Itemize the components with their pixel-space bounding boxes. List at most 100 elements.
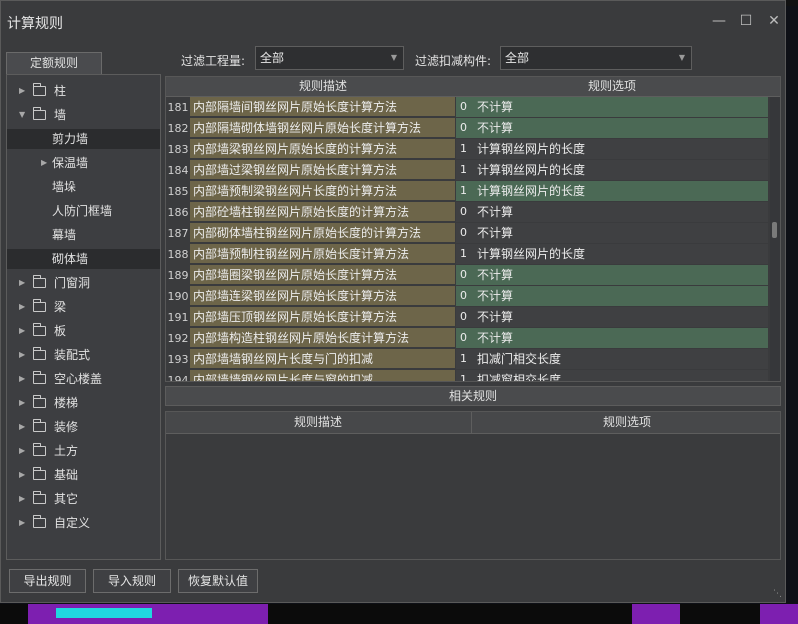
- tree-item[interactable]: 幕墙: [7, 225, 160, 245]
- restore-defaults-button[interactable]: 恢复默认值: [178, 569, 258, 593]
- chevron-right-icon[interactable]: ▶: [19, 465, 25, 485]
- column-header-option[interactable]: 规则选项: [456, 77, 768, 96]
- chevron-down-icon: ▼: [678, 53, 685, 62]
- table-row[interactable]: 194 内部墙墙钢丝网片长度与窗的扣减 1 扣减窗相交长度: [166, 370, 768, 381]
- tree-item[interactable]: ▶ 保温墙: [7, 153, 160, 173]
- rule-option-cell[interactable]: 0 不计算: [456, 118, 768, 139]
- chevron-right-icon[interactable]: ▶: [19, 81, 25, 101]
- option-code: 1: [460, 142, 467, 155]
- tree-item[interactable]: 人防门框墙: [7, 201, 160, 221]
- chevron-right-icon[interactable]: ▶: [19, 489, 25, 509]
- table-row[interactable]: 182 内部隔墙砌体墙钢丝网片原始长度计算方法 0 不计算: [166, 118, 768, 139]
- tree-item-label: 装配式: [54, 348, 91, 362]
- tree-item[interactable]: ▶ 板: [7, 321, 160, 341]
- tree-item[interactable]: 墙垛: [7, 177, 160, 197]
- tree-item[interactable]: ▶ 梁: [7, 297, 160, 317]
- column-header-desc[interactable]: 规则描述: [190, 77, 456, 96]
- filter-quantity-label: 过滤工程量:: [181, 54, 246, 68]
- tree-item[interactable]: ▶ 柱: [7, 81, 160, 101]
- rule-description-cell[interactable]: 内部砌体墙柱钢丝网片原始长度的计算方法: [190, 223, 455, 243]
- rule-description-cell[interactable]: 内部墙圈梁钢丝网片原始长度计算方法: [190, 265, 455, 285]
- minimize-icon[interactable]: —: [709, 11, 729, 31]
- rule-option-cell[interactable]: 0 不计算: [456, 265, 768, 286]
- maximize-icon[interactable]: ☐: [736, 11, 756, 31]
- rule-description-cell[interactable]: 内部隔墙砌体墙钢丝网片原始长度计算方法: [190, 118, 455, 138]
- table-row[interactable]: 183 内部墙梁钢丝网片原始长度的计算方法 1 计算钢丝网片的长度: [166, 139, 768, 160]
- rule-option-cell[interactable]: 1 计算钢丝网片的长度: [456, 244, 768, 265]
- chevron-right-icon[interactable]: ▶: [19, 297, 25, 317]
- rule-description-cell[interactable]: 内部墙墙钢丝网片长度与窗的扣减: [190, 370, 455, 381]
- tree-item[interactable]: ▶ 空心楼盖: [7, 369, 160, 389]
- table-row[interactable]: 185 内部墙预制梁钢丝网片长度的计算方法 1 计算钢丝网片的长度: [166, 181, 768, 202]
- export-rules-button[interactable]: 导出规则: [9, 569, 86, 593]
- option-code: 0: [460, 310, 467, 323]
- rule-description-cell[interactable]: 内部墙构造柱钢丝网片原始长度计算方法: [190, 328, 455, 348]
- rule-option-cell[interactable]: 1 计算钢丝网片的长度: [456, 139, 768, 160]
- rule-option-cell[interactable]: 0 不计算: [456, 286, 768, 307]
- table-row[interactable]: 190 内部墙连梁钢丝网片原始长度计算方法 0 不计算: [166, 286, 768, 307]
- rule-description-cell[interactable]: 内部隔墙间钢丝网片原始长度计算方法: [190, 97, 455, 117]
- related-column-desc[interactable]: 规则描述: [166, 412, 470, 433]
- tree-item[interactable]: ▶ 土方: [7, 441, 160, 461]
- vertical-scrollbar[interactable]: [770, 97, 780, 381]
- chevron-right-icon[interactable]: ▶: [19, 441, 25, 461]
- option-text: 计算钢丝网片的长度: [477, 247, 586, 261]
- chevron-down-icon[interactable]: ▼: [19, 105, 25, 125]
- table-row[interactable]: 191 内部墙压顶钢丝网片原始长度计算方法 0 不计算: [166, 307, 768, 328]
- tree-item[interactable]: ▶ 门窗洞: [7, 273, 160, 293]
- chevron-right-icon[interactable]: ▶: [19, 513, 25, 533]
- rule-description-cell[interactable]: 内部墙墙钢丝网片长度与门的扣减: [190, 349, 455, 369]
- chevron-right-icon[interactable]: ▶: [19, 369, 25, 389]
- related-column-option[interactable]: 规则选项: [471, 412, 782, 433]
- table-row[interactable]: 192 内部墙构造柱钢丝网片原始长度计算方法 0 不计算: [166, 328, 768, 349]
- import-rules-button[interactable]: 导入规则: [93, 569, 171, 593]
- tab-quota-rules[interactable]: 定额规则: [6, 52, 102, 74]
- rule-option-cell[interactable]: 0 不计算: [456, 328, 768, 349]
- tree-item[interactable]: ▶ 基础: [7, 465, 160, 485]
- tree-item[interactable]: ▼ 墙: [7, 105, 160, 125]
- tree-item[interactable]: ▶ 自定义: [7, 513, 160, 533]
- resize-grip-icon[interactable]: ⋱: [773, 589, 782, 599]
- filter-quantity-select[interactable]: 全部 ▼: [255, 46, 404, 70]
- tree-item[interactable]: ▶ 装配式: [7, 345, 160, 365]
- filter-deduct-select[interactable]: 全部 ▼: [500, 46, 692, 70]
- tree-item[interactable]: ▶ 装修: [7, 417, 160, 437]
- table-row[interactable]: 184 内部墙过梁钢丝网片原始长度计算方法 1 计算钢丝网片的长度: [166, 160, 768, 181]
- title-bar[interactable]: 计算规则 — ☐ ✕: [1, 1, 785, 41]
- table-row[interactable]: 189 内部墙圈梁钢丝网片原始长度计算方法 0 不计算: [166, 265, 768, 286]
- chevron-right-icon[interactable]: ▶: [41, 153, 47, 173]
- chevron-right-icon[interactable]: ▶: [19, 345, 25, 365]
- rule-description-cell[interactable]: 内部砼墙柱钢丝网片原始长度的计算方法: [190, 202, 455, 222]
- rule-description-cell[interactable]: 内部墙梁钢丝网片原始长度的计算方法: [190, 139, 455, 159]
- rule-option-cell[interactable]: 0 不计算: [456, 307, 768, 328]
- tree-item[interactable]: 砌体墙: [7, 249, 160, 269]
- chevron-right-icon[interactable]: ▶: [19, 273, 25, 293]
- table-row[interactable]: 186 内部砼墙柱钢丝网片原始长度的计算方法 0 不计算: [166, 202, 768, 223]
- rule-option-cell[interactable]: 1 计算钢丝网片的长度: [456, 181, 768, 202]
- table-row[interactable]: 193 内部墙墙钢丝网片长度与门的扣减 1 扣减门相交长度: [166, 349, 768, 370]
- scrollbar-thumb[interactable]: [772, 222, 777, 238]
- chevron-right-icon[interactable]: ▶: [19, 321, 25, 341]
- table-row[interactable]: 181 内部隔墙间钢丝网片原始长度计算方法 0 不计算: [166, 97, 768, 118]
- rule-option-cell[interactable]: 1 计算钢丝网片的长度: [456, 160, 768, 181]
- table-row[interactable]: 187 内部砌体墙柱钢丝网片原始长度的计算方法 0 不计算: [166, 223, 768, 244]
- rule-option-cell[interactable]: 1 扣减门相交长度: [456, 349, 768, 370]
- table-row[interactable]: 188 内部墙预制柱钢丝网片原始长度计算方法 1 计算钢丝网片的长度: [166, 244, 768, 265]
- option-code: 0: [460, 289, 467, 302]
- tree-item[interactable]: 剪力墙: [7, 129, 160, 149]
- rule-description-cell[interactable]: 内部墙预制柱钢丝网片原始长度计算方法: [190, 244, 455, 264]
- related-rules-bar[interactable]: 相关规则: [165, 386, 781, 406]
- rule-option-cell[interactable]: 0 不计算: [456, 223, 768, 244]
- tree-item[interactable]: ▶ 其它: [7, 489, 160, 509]
- chevron-right-icon[interactable]: ▶: [19, 393, 25, 413]
- close-icon[interactable]: ✕: [764, 11, 784, 31]
- rule-description-cell[interactable]: 内部墙压顶钢丝网片原始长度计算方法: [190, 307, 455, 327]
- rule-description-cell[interactable]: 内部墙过梁钢丝网片原始长度计算方法: [190, 160, 455, 180]
- rule-option-cell[interactable]: 0 不计算: [456, 97, 768, 118]
- chevron-right-icon[interactable]: ▶: [19, 417, 25, 437]
- tree-item[interactable]: ▶ 楼梯: [7, 393, 160, 413]
- rule-description-cell[interactable]: 内部墙预制梁钢丝网片长度的计算方法: [190, 181, 455, 201]
- rule-description-cell[interactable]: 内部墙连梁钢丝网片原始长度计算方法: [190, 286, 455, 306]
- rule-option-cell[interactable]: 0 不计算: [456, 202, 768, 223]
- rule-option-cell[interactable]: 1 扣减窗相交长度: [456, 370, 768, 381]
